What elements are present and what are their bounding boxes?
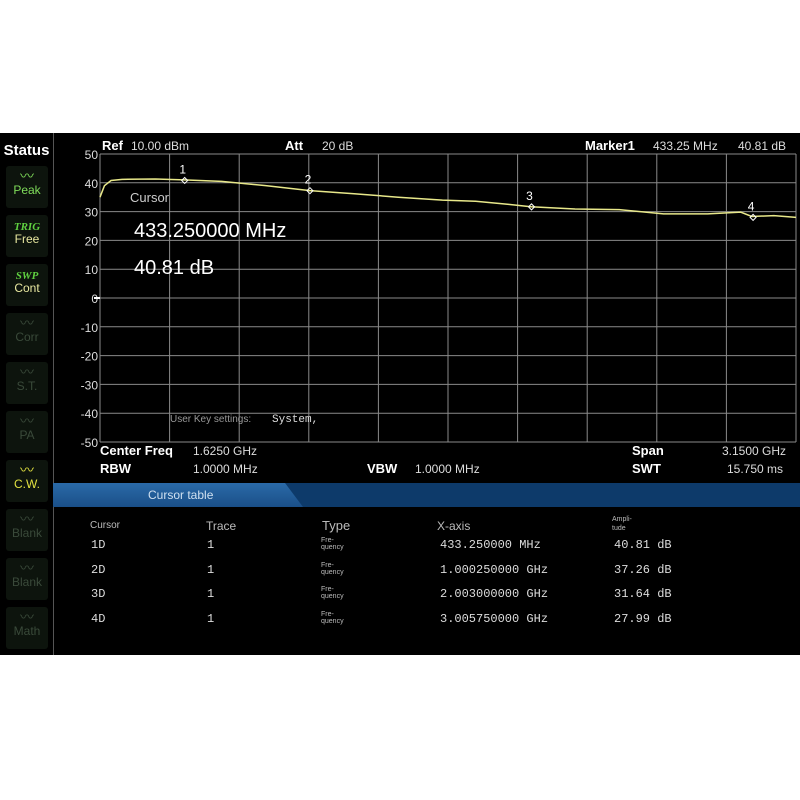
ref-label: Ref [102, 138, 123, 153]
vbw-value: 1.0000 MHz [415, 462, 480, 476]
marker-freq: 433.25 MHz [653, 139, 718, 153]
marker-label: Marker1 [585, 138, 635, 153]
cell-trace: 1 [207, 611, 215, 626]
cursor-overlay-freq: 433.250000 MHz [134, 220, 287, 242]
marker-label: 1 [179, 162, 186, 176]
spectrum-analyzer-screen: Status 〰 Peak TRIG Free SWP Cont 〰 Corr 〰 S.T. 〰 PA… [0, 133, 800, 655]
marker-diamond [749, 213, 757, 222]
cell-amplitude: 31.64 dB [614, 587, 672, 601]
waveform-icon: 〰 [20, 511, 34, 527]
cell-type-2: quency [321, 617, 344, 625]
col-header-amplitude-2: tude [612, 525, 626, 532]
ref-value: 10.00 dBm [131, 139, 190, 153]
col-header-amplitude-1: Ampli- [612, 516, 632, 523]
swt-value: 15.750 ms [727, 462, 784, 476]
cell-xaxis: 1.000250000 GHz [440, 562, 549, 577]
col-header-cursor: Cursor [90, 520, 121, 531]
y-tick-label: -50 [81, 436, 99, 450]
marker-label: 3 [526, 189, 533, 203]
cursor-table-tabbar: Cursor table [53, 483, 800, 507]
cell-type-2: quency [321, 568, 344, 576]
marker-label: 4 [748, 199, 755, 213]
y-tick-label: 50 [85, 148, 99, 162]
cell-trace: 1 [207, 587, 215, 601]
cell-trace: 1 [207, 562, 215, 577]
status-button-7[interactable]: 〰 Blank [6, 509, 48, 551]
tab-cursor-table[interactable]: Cursor table [53, 483, 303, 507]
y-tick-label: 30 [85, 206, 99, 220]
att-value: 20 dB [322, 139, 354, 153]
cell-cursor: 4D [91, 611, 106, 626]
cell-type-2: quency [321, 544, 344, 551]
cell-amplitude: 37.26 dB [614, 562, 672, 577]
cell-amplitude: 27.99 dB [614, 611, 672, 626]
cell-amplitude: 40.81 dB [614, 538, 672, 552]
col-header-trace: Trace [206, 519, 237, 533]
center-freq-label: Center Freq [100, 443, 173, 458]
status-button-8[interactable]: 〰 Blank [6, 558, 48, 600]
marker-amp: 40.81 dB [738, 139, 787, 153]
rbw-value: 1.0000 MHz [193, 462, 258, 476]
cell-cursor: 2D [91, 562, 106, 577]
status-button-label: Blank [11, 575, 43, 589]
user-key-value: System, [272, 414, 319, 426]
user-key-label: User Key settings: [170, 414, 252, 425]
waveform-icon: 〰 [20, 560, 34, 576]
y-tick-label: 40 [85, 177, 99, 191]
cursor-overlay-amp: 40.81 dB [134, 257, 215, 279]
cursor-overlay-label: Cursor [130, 190, 170, 205]
y-tick-label: -30 [81, 378, 99, 392]
cell-xaxis: 433.250000 MHz [440, 538, 541, 552]
span-value: 3.1500 GHz [722, 444, 787, 458]
rbw-label: RBW [100, 461, 132, 476]
status-button-label: Blank [11, 526, 43, 540]
y-tick-label: -20 [81, 350, 99, 364]
swt-label: SWT [632, 461, 661, 476]
status-button-label: Math [13, 624, 41, 638]
cell-xaxis: 2.003000000 GHz [440, 587, 549, 601]
cell-type-2: quency [321, 593, 344, 600]
span-label: Span [632, 443, 664, 458]
att-label: Att [285, 138, 304, 153]
y-tick-label: -40 [81, 407, 99, 421]
vbw-label: VBW [367, 461, 398, 476]
cell-xaxis: 3.005750000 GHz [440, 611, 549, 626]
cell-cursor: 1D [91, 538, 106, 552]
marker-label: 2 [305, 173, 312, 187]
cell-cursor: 3D [91, 587, 106, 601]
y-tick-label: 10 [85, 263, 99, 277]
spectrum-plot: 50403020100-10-20-30-40-501234 [81, 148, 797, 450]
col-header-xaxis: X-axis [437, 519, 471, 533]
waveform-icon: 〰 [20, 609, 34, 625]
y-tick-label: -10 [81, 321, 99, 335]
center-freq-value: 1.6250 GHz [193, 444, 258, 458]
col-header-type: Type [322, 518, 351, 533]
status-button-9[interactable]: 〰 Math [6, 607, 48, 649]
cell-trace: 1 [207, 538, 215, 552]
y-tick-label: 20 [85, 234, 99, 248]
